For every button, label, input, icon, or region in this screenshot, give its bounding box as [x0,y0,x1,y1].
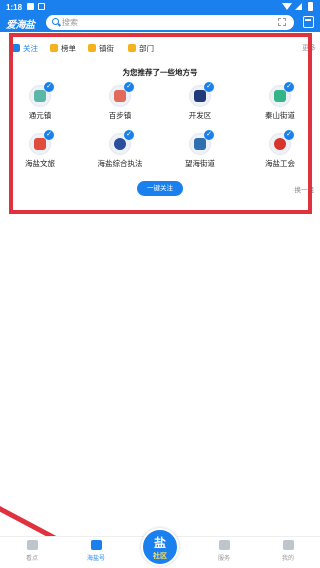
center-button-text-2: 社区 [153,553,167,560]
inbox-icon[interactable] [303,16,314,28]
status-bar: 1:18 [0,0,320,14]
nav-item-haiyanhao[interactable]: 海盐号 [76,540,116,562]
nav-item-kandian[interactable]: 看点 [12,540,52,562]
signal-icon [295,3,302,10]
scan-icon[interactable] [278,18,286,26]
news-icon [26,540,38,550]
nav-item-mine[interactable]: 我的 [268,540,308,562]
nav-label: 海盐号 [86,556,105,562]
notification-icon [27,3,34,10]
nav-label: 看点 [25,556,38,562]
nav-label: 我的 [281,556,294,562]
haiyanhao-icon [90,540,102,550]
notification-icon-2 [38,3,45,10]
search-placeholder: 搜索 [62,18,78,27]
annotation-highlight-box [9,33,312,214]
center-button-text-1: 盐 [153,536,166,550]
status-time: 1:18 [6,3,23,12]
nav-label: 服务 [217,556,230,562]
profile-icon [282,540,294,550]
wifi-icon [282,3,292,10]
community-center-button[interactable]: 盐 社区 [141,528,179,566]
search-icon [52,18,59,25]
nav-item-service[interactable]: 服务 [204,540,244,562]
battery-icon [308,2,313,11]
service-icon [218,540,230,550]
search-input[interactable]: 搜索 [46,15,294,30]
app-header: 爱海盐 搜索 [0,14,320,32]
app-logo: 爱海盐 [6,20,35,31]
